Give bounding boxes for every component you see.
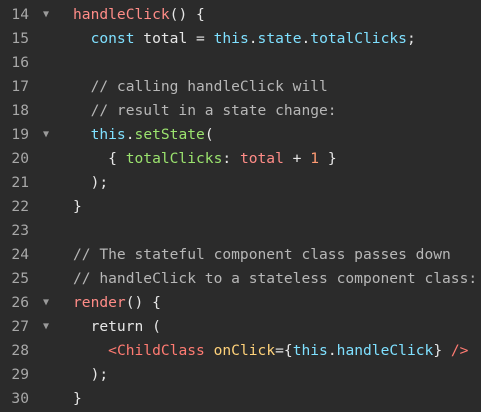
code-token: // result in a state change: bbox=[73, 102, 337, 119]
code-line[interactable]: 21 ); bbox=[0, 171, 481, 195]
code-text: const total = this.state.totalClicks; bbox=[73, 27, 416, 51]
code-token: setState bbox=[134, 126, 205, 143]
line-number: 23 bbox=[11, 222, 29, 239]
code-token: state bbox=[257, 30, 302, 47]
code-token: return ( bbox=[73, 318, 161, 335]
code-editor[interactable]: 14 ▼ handleClick() {15 const total = this.… bbox=[0, 0, 481, 412]
line-number: 21 bbox=[11, 174, 29, 191]
code-text: // result in a state change: bbox=[73, 99, 337, 123]
fold-chevron-icon[interactable]: ▼ bbox=[40, 3, 52, 27]
line-number: 25 bbox=[11, 270, 29, 287]
code-token: . bbox=[125, 126, 135, 143]
line-number: 20 bbox=[11, 150, 29, 167]
code-token: this bbox=[90, 126, 126, 143]
code-line[interactable]: 24 // The stateful component class passes… bbox=[0, 243, 481, 267]
code-token: () { bbox=[169, 6, 205, 23]
line-number: 24 bbox=[11, 246, 29, 263]
code-token: this bbox=[292, 342, 328, 359]
code-line[interactable]: 22} bbox=[0, 195, 481, 219]
line-number: 29 bbox=[11, 366, 29, 383]
code-token: 1 bbox=[310, 150, 320, 167]
fold-chevron-icon[interactable]: ▼ bbox=[40, 291, 52, 315]
code-line[interactable]: 18 // result in a state change: bbox=[0, 99, 481, 123]
code-text: return ( bbox=[73, 315, 161, 339]
code-text: // handleClick to a stateless component … bbox=[73, 267, 477, 291]
code-text: ); bbox=[73, 363, 109, 387]
code-token: ); bbox=[73, 366, 109, 383]
code-token: } bbox=[73, 198, 82, 215]
code-token: } bbox=[319, 150, 337, 167]
code-token: const bbox=[90, 30, 135, 47]
code-line[interactable]: 23 bbox=[0, 219, 481, 243]
line-number: 14 bbox=[11, 6, 29, 23]
code-token: totalClicks bbox=[125, 150, 223, 167]
code-token: . bbox=[301, 30, 311, 47]
code-line[interactable]: 15 const total = this.state.totalClicks; bbox=[0, 27, 481, 51]
code-line[interactable]: 19 ▼ this.setState( bbox=[0, 123, 481, 147]
line-number: 17 bbox=[11, 78, 29, 95]
line-number: 15 bbox=[11, 30, 29, 47]
code-token: + bbox=[283, 150, 311, 167]
code-text: { totalClicks: total + 1 } bbox=[73, 147, 337, 171]
line-number: 16 bbox=[11, 54, 29, 71]
code-line[interactable]: 25 // handleClick to a stateless componen… bbox=[0, 267, 481, 291]
code-token: <ChildClass bbox=[108, 342, 205, 359]
code-text: // The stateful component class passes d… bbox=[73, 243, 451, 267]
code-text: // calling handleClick will bbox=[73, 75, 328, 99]
code-token: handleClick bbox=[336, 342, 434, 359]
code-token: . bbox=[248, 30, 258, 47]
line-number: 30 bbox=[11, 390, 29, 407]
code-line[interactable]: 27 ▼ return ( bbox=[0, 315, 481, 339]
code-line[interactable]: 30} bbox=[0, 387, 481, 411]
line-number: 19 bbox=[11, 126, 29, 143]
line-number: 22 bbox=[11, 198, 29, 215]
code-text: <ChildClass onClick={this.handleClick} /… bbox=[73, 339, 468, 363]
code-token: this bbox=[213, 30, 249, 47]
code-text: ); bbox=[73, 171, 109, 195]
code-line[interactable]: 14 ▼ handleClick() { bbox=[0, 3, 481, 27]
code-token: totalClicks bbox=[310, 30, 407, 47]
code-token: // The stateful component class passes d… bbox=[73, 246, 451, 263]
line-number: 28 bbox=[11, 342, 29, 359]
code-text: } bbox=[73, 195, 82, 219]
code-token: // calling handleClick will bbox=[73, 78, 328, 95]
code-line[interactable]: 17 // calling handleClick will bbox=[0, 75, 481, 99]
code-token: : bbox=[222, 150, 240, 167]
code-token: { bbox=[73, 150, 126, 167]
code-line[interactable]: 20 { totalClicks: total + 1 } bbox=[0, 147, 481, 171]
code-token: } bbox=[433, 342, 451, 359]
code-text: handleClick() { bbox=[73, 3, 205, 27]
code-token: onClick bbox=[213, 342, 276, 359]
line-number: 18 bbox=[11, 102, 29, 119]
code-line[interactable]: 28 <ChildClass onClick={this.handleClick… bbox=[0, 339, 481, 363]
code-token: total = bbox=[134, 30, 214, 47]
code-token: // handleClick to a stateless component … bbox=[73, 270, 478, 287]
fold-chevron-icon[interactable]: ▼ bbox=[40, 123, 52, 147]
code-token: ; bbox=[406, 30, 416, 47]
code-token: render bbox=[73, 294, 126, 311]
code-token: } bbox=[73, 390, 82, 407]
fold-chevron-icon[interactable]: ▼ bbox=[40, 315, 52, 339]
code-line[interactable]: 26 ▼ render() { bbox=[0, 291, 481, 315]
code-text: this.setState( bbox=[73, 123, 214, 147]
code-token: ); bbox=[73, 174, 109, 191]
code-token: ( bbox=[204, 126, 214, 143]
code-token: () { bbox=[125, 294, 161, 311]
code-token: . bbox=[327, 342, 337, 359]
code-text: } bbox=[73, 387, 82, 411]
code-token: /> bbox=[450, 342, 469, 359]
code-token: ={ bbox=[275, 342, 293, 359]
line-number: 27 bbox=[11, 318, 29, 335]
code-token: handleClick bbox=[73, 6, 170, 23]
code-token: total bbox=[239, 150, 284, 167]
code-line[interactable]: 16 bbox=[0, 51, 481, 75]
code-text: render() { bbox=[73, 291, 161, 315]
code-line[interactable]: 29 ); bbox=[0, 363, 481, 387]
line-number: 26 bbox=[11, 294, 29, 311]
